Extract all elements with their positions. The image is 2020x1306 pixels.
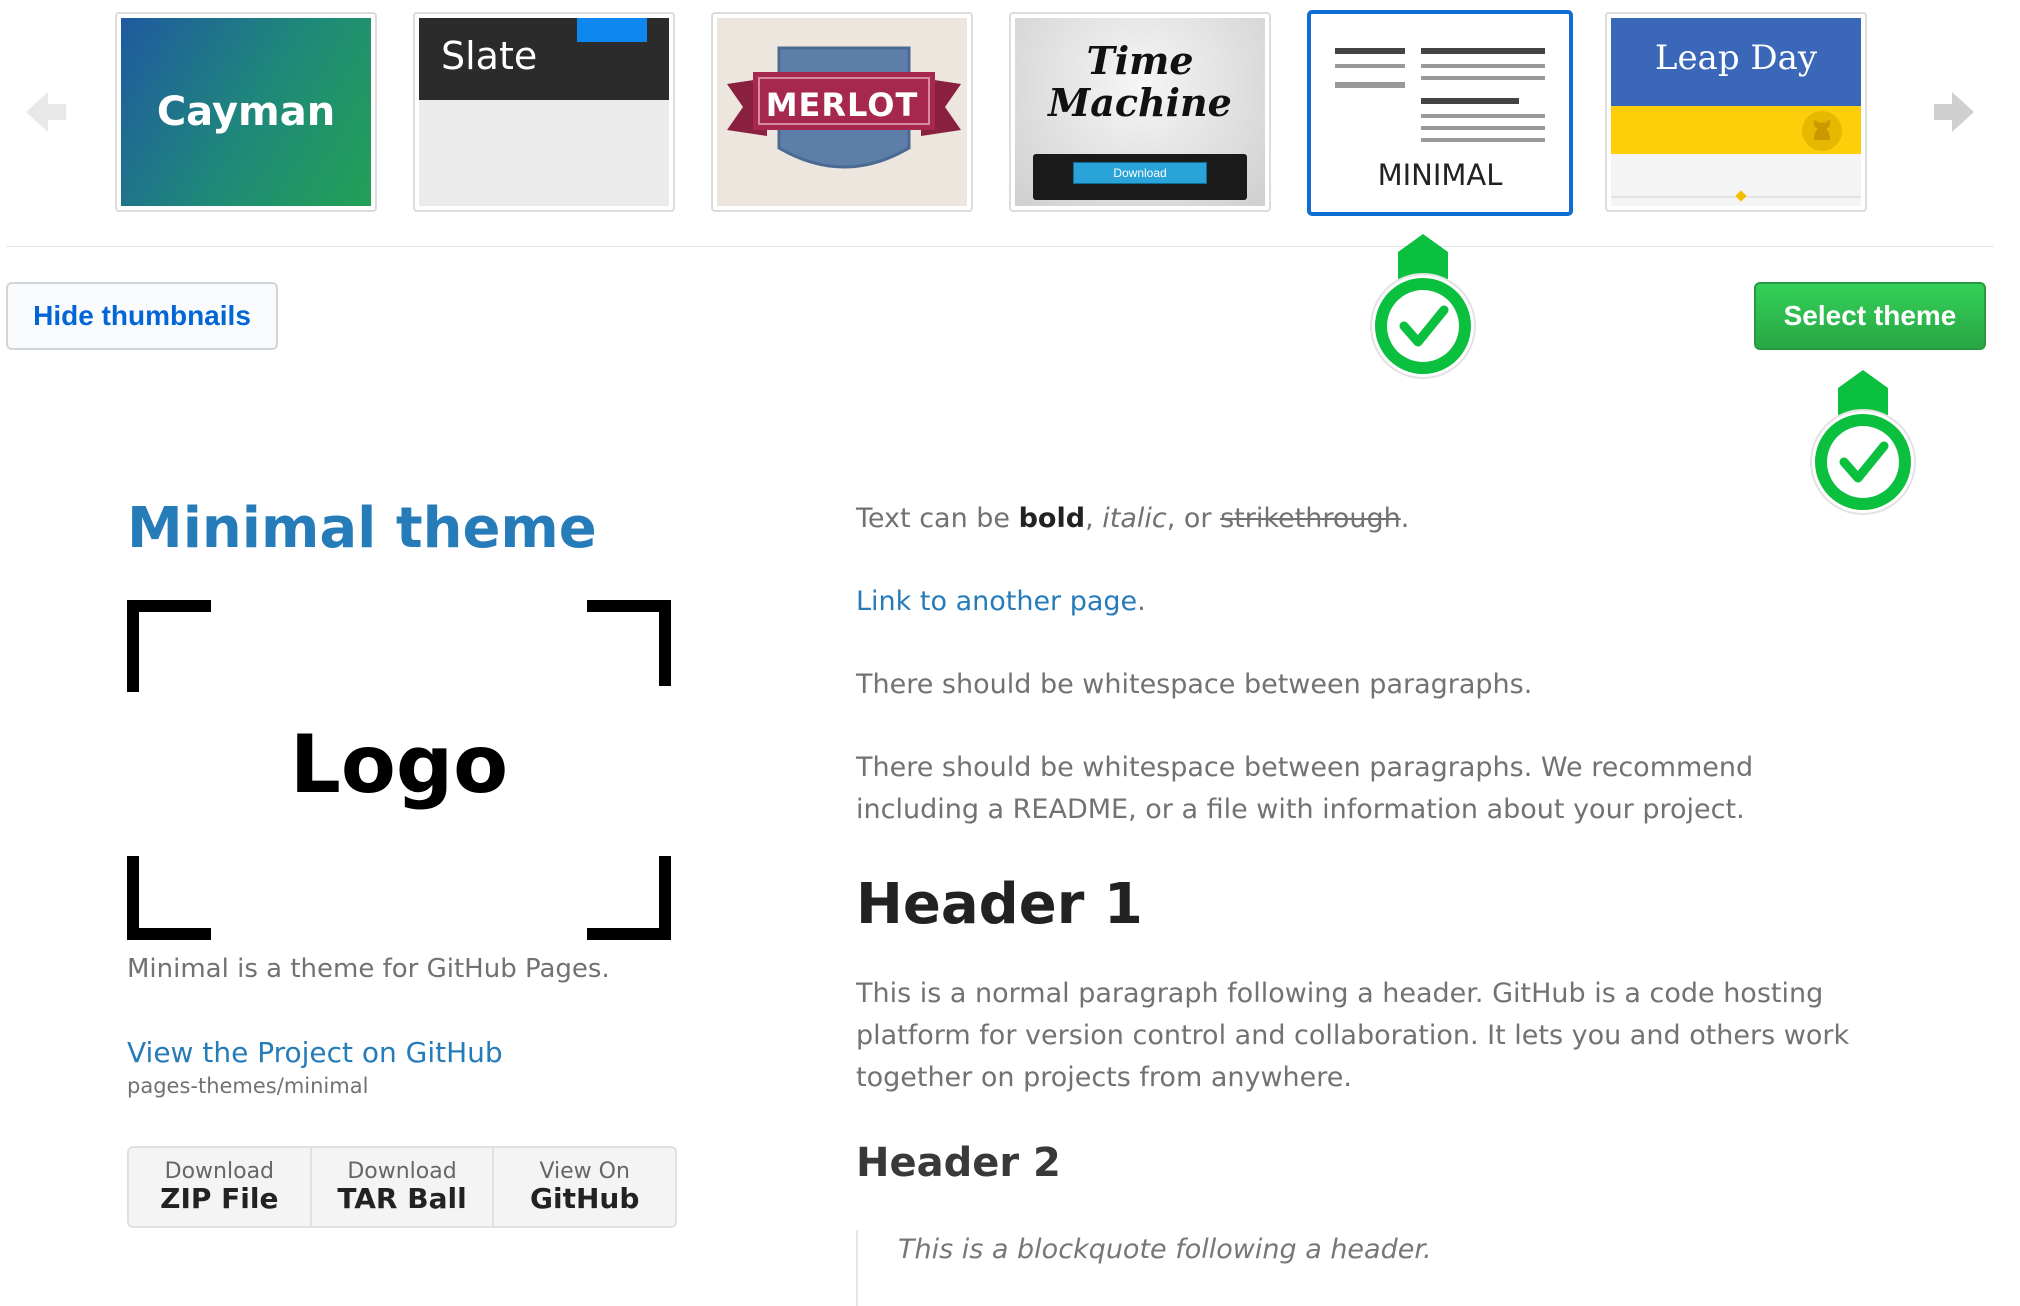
theme-thumbnail-merlot[interactable]: MERLOT <box>711 12 973 212</box>
cayman-preview: Cayman <box>121 18 371 206</box>
whitespace-paragraph: There should be whitespace between parag… <box>856 669 1533 700</box>
minimal-line <box>1421 126 1545 130</box>
sentence-end: . <box>1137 586 1146 617</box>
check-marker-icon <box>1366 230 1480 390</box>
check-marker-icon <box>1806 366 1920 526</box>
previous-arrow-icon[interactable] <box>22 88 70 136</box>
download-button-group: Download ZIP File Download TAR Ball View… <box>127 1146 677 1228</box>
download-zip-caption: Download <box>164 1159 275 1184</box>
github-octocat-icon <box>1802 111 1842 151</box>
separator: , <box>1085 503 1103 534</box>
slate-preview: Slate <box>419 18 669 206</box>
blockquote: This is a blockquote following a header. <box>898 1234 1432 1265</box>
strikethrough-text: strikethrough <box>1220 503 1401 534</box>
leap-day-diamond <box>1735 190 1747 202</box>
download-tar-button[interactable]: Download TAR Ball <box>312 1148 495 1226</box>
theme-name-line-2: Machine <box>1048 80 1232 125</box>
download-tar-caption: Download <box>347 1159 457 1184</box>
logo-placeholder: Logo <box>127 600 671 940</box>
italic-text: italic <box>1102 503 1167 534</box>
site-description: Minimal is a theme for GitHub Pages. <box>127 954 610 984</box>
hide-thumbnails-button[interactable]: Hide thumbnails <box>6 282 278 350</box>
minimal-line <box>1335 64 1405 68</box>
project-repo-name: pages-themes/minimal <box>127 1074 369 1098</box>
minimal-line <box>1335 82 1405 88</box>
minimal-line <box>1421 98 1519 104</box>
minimal-line <box>1421 48 1545 54</box>
minimal-line <box>1421 64 1545 68</box>
minimal-line <box>1421 114 1545 118</box>
divider <box>6 246 1994 247</box>
link-paragraph: Link to another page. <box>856 586 1146 617</box>
another-page-link[interactable]: Link to another page <box>856 586 1137 617</box>
theme-thumbnail-cayman[interactable]: Cayman <box>115 12 377 212</box>
slate-accent-block <box>577 18 647 42</box>
view-on-github-caption: View On <box>539 1159 630 1184</box>
theme-name-time-machine: Time Machine <box>1015 40 1265 124</box>
minimal-preview: MINIMAL <box>1315 18 1565 208</box>
next-arrow-icon[interactable] <box>1930 88 1978 136</box>
time-machine-download-button: Download <box>1073 162 1207 184</box>
formatting-paragraph: Text can be bold, italic, or strikethrou… <box>856 503 1409 534</box>
theme-thumbnail-leap-day[interactable]: Leap Day <box>1605 12 1867 212</box>
theme-name-slate: Slate <box>441 34 538 78</box>
text-prefix: Text can be <box>856 503 1019 534</box>
page-title: Minimal theme <box>127 496 597 561</box>
normal-paragraph-line-1: This is a normal paragraph following a h… <box>856 978 1824 1009</box>
view-project-link[interactable]: View the Project on GitHub <box>127 1036 503 1069</box>
theme-thumbnail-minimal[interactable]: MINIMAL <box>1307 10 1573 216</box>
view-on-github-label: GitHub <box>529 1182 640 1215</box>
theme-name-merlot: MERLOT <box>765 86 919 124</box>
normal-paragraph-line-3: together on projects from anywhere. <box>856 1062 1352 1093</box>
bold-text: bold <box>1018 503 1086 534</box>
select-theme-button[interactable]: Select theme <box>1754 282 1986 350</box>
readme-paragraph-line-2: including a README, or a file with infor… <box>856 794 1745 825</box>
header-1: Header 1 <box>856 872 1143 937</box>
readme-paragraph-line-1: There should be whitespace between parag… <box>856 752 1754 783</box>
sentence-end: . <box>1400 503 1410 534</box>
theme-thumbnail-slate[interactable]: Slate <box>413 12 675 212</box>
download-zip-button[interactable]: Download ZIP File <box>129 1148 312 1226</box>
theme-name-leap-day: Leap Day <box>1654 38 1818 78</box>
minimal-line <box>1421 76 1545 80</box>
view-on-github-button[interactable]: View On GitHub <box>494 1148 675 1226</box>
minimal-line <box>1335 48 1405 54</box>
minimal-line <box>1421 138 1545 142</box>
logo-text: Logo <box>289 718 509 811</box>
leap-day-preview: Leap Day <box>1611 18 1861 206</box>
header-2: Header 2 <box>856 1140 1061 1186</box>
blockquote-bar <box>856 1230 858 1306</box>
theme-thumbnail-time-machine[interactable]: Time Machine Download <box>1009 12 1271 212</box>
normal-paragraph-line-2: platform for version control and collabo… <box>856 1020 1850 1051</box>
time-machine-preview: Time Machine Download <box>1015 18 1265 206</box>
download-zip-label: ZIP File <box>160 1182 279 1215</box>
theme-name-line-1: Time <box>1086 38 1194 83</box>
theme-name-minimal: MINIMAL <box>1377 158 1503 192</box>
separator: , or <box>1166 503 1221 534</box>
merlot-preview: MERLOT <box>717 18 967 206</box>
theme-name-cayman: Cayman <box>156 89 336 135</box>
download-tar-label: TAR Ball <box>337 1182 467 1215</box>
theme-picker: Cayman Slate MERLOT Time Machine Downloa… <box>0 0 2020 250</box>
